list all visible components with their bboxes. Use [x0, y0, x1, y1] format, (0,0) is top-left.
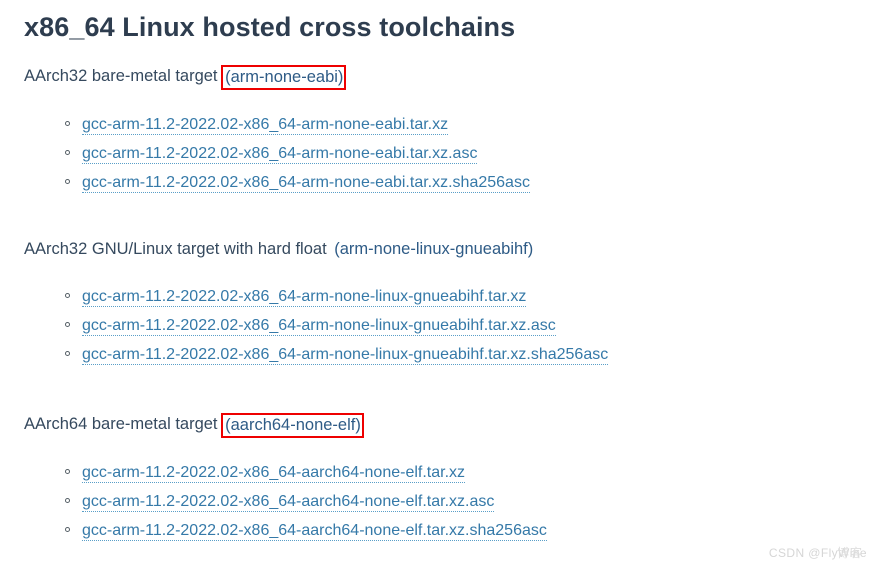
list-item: gcc-arm-11.2-2022.02-x86_64-arm-none-lin… [0, 311, 874, 340]
section-heading: AArch32 bare-metal target (arm-none-eabi… [24, 64, 874, 90]
download-link[interactable]: gcc-arm-11.2-2022.02-x86_64-aarch64-none… [82, 522, 547, 541]
download-link-list: gcc-arm-11.2-2022.02-x86_64-arm-none-lin… [0, 282, 874, 369]
list-item: gcc-arm-11.2-2022.02-x86_64-aarch64-none… [0, 516, 874, 545]
section-target-triple-highlight: (arm-none-eabi) [221, 65, 347, 90]
download-link[interactable]: gcc-arm-11.2-2022.02-x86_64-aarch64-none… [82, 464, 466, 483]
download-link[interactable]: gcc-arm-11.2-2022.02-x86_64-arm-none-lin… [82, 317, 556, 336]
bullet-circle-icon [65, 121, 70, 126]
bullet-circle-icon [65, 150, 70, 155]
download-link[interactable]: gcc-arm-11.2-2022.02-x86_64-arm-none-eab… [82, 116, 449, 135]
list-item: gcc-arm-11.2-2022.02-x86_64-aarch64-none… [0, 487, 874, 516]
page-root: x86_64 Linux hosted cross toolchains AAr… [0, 0, 874, 568]
bullet-circle-icon [65, 179, 70, 184]
list-item: gcc-arm-11.2-2022.02-x86_64-arm-none-eab… [0, 168, 874, 197]
bullet-circle-icon [65, 322, 70, 327]
list-item: gcc-arm-11.2-2022.02-x86_64-arm-none-lin… [0, 282, 874, 311]
download-link[interactable]: gcc-arm-11.2-2022.02-x86_64-arm-none-eab… [82, 145, 478, 164]
list-item: gcc-arm-11.2-2022.02-x86_64-arm-none-eab… [0, 110, 874, 139]
toolchain-section-aarch64-bare-metal: AArch64 bare-metal target (aarch64-none-… [0, 412, 874, 545]
section-heading-text: AArch32 bare-metal target [24, 67, 223, 85]
bullet-circle-icon [65, 527, 70, 532]
toolchain-section-aarch32-gnu-linux: AArch32 GNU/Linux target with hard float… [0, 238, 874, 369]
download-link-list: gcc-arm-11.2-2022.02-x86_64-aarch64-none… [0, 458, 874, 545]
section-heading: AArch32 GNU/Linux target with hard float… [24, 238, 874, 261]
download-link-list: gcc-arm-11.2-2022.02-x86_64-arm-none-eab… [0, 110, 874, 197]
bullet-circle-icon [65, 469, 70, 474]
download-link[interactable]: gcc-arm-11.2-2022.02-x86_64-arm-none-eab… [82, 174, 530, 193]
bullet-circle-icon [65, 498, 70, 503]
section-heading-text: AArch32 GNU/Linux target with hard float [24, 240, 332, 258]
download-link[interactable]: gcc-arm-11.2-2022.02-x86_64-aarch64-none… [82, 493, 495, 512]
download-link[interactable]: gcc-arm-11.2-2022.02-x86_64-arm-none-lin… [82, 288, 527, 307]
list-item: gcc-arm-11.2-2022.02-x86_64-arm-none-lin… [0, 340, 874, 369]
page-title: x86_64 Linux hosted cross toolchains [24, 12, 516, 42]
list-item: gcc-arm-11.2-2022.02-x86_64-arm-none-eab… [0, 139, 874, 168]
section-target-triple: (arm-none-linux-gnueabihf) [334, 240, 534, 258]
watermark-overlay-text: 博客 [836, 546, 863, 560]
watermark: CSDN @FlyWine博客 [769, 544, 867, 561]
bullet-circle-icon [65, 293, 70, 298]
section-heading-text: AArch64 bare-metal target [24, 415, 223, 433]
download-link[interactable]: gcc-arm-11.2-2022.02-x86_64-arm-none-lin… [82, 346, 609, 365]
bullet-circle-icon [65, 351, 70, 356]
section-heading: AArch64 bare-metal target (aarch64-none-… [24, 412, 874, 438]
section-target-triple-highlight: (aarch64-none-elf) [221, 413, 364, 438]
toolchain-section-aarch32-bare-metal: AArch32 bare-metal target (arm-none-eabi… [0, 64, 874, 197]
list-item: gcc-arm-11.2-2022.02-x86_64-aarch64-none… [0, 458, 874, 487]
